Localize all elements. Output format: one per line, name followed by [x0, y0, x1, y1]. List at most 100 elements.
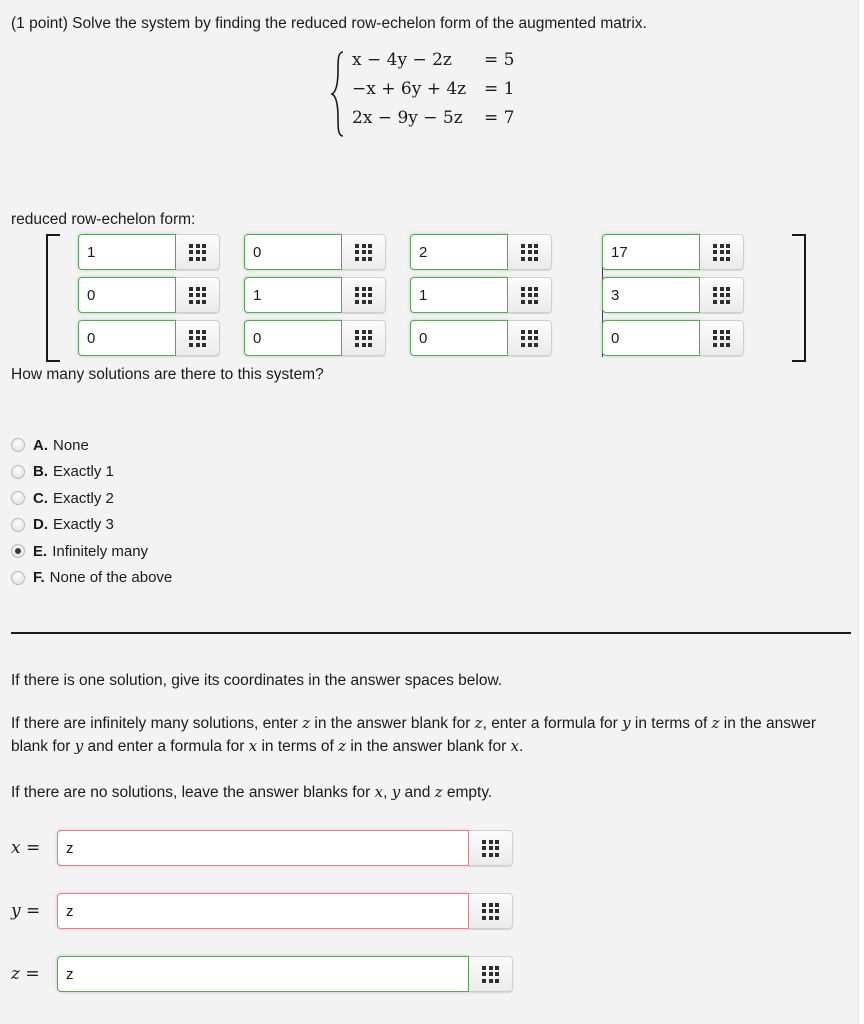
keypad-grid-icon: [713, 286, 730, 304]
radio-button-icon[interactable]: [11, 570, 25, 585]
keypad-button[interactable]: [469, 956, 513, 992]
matrix-input-r0c3[interactable]: 17: [602, 234, 700, 270]
radio-option-e[interactable]: E. Infinitely many: [11, 538, 172, 565]
equation-system: x − 4y − 2z = 5 −x + 6y + 4z = 1 2x − 9y…: [330, 50, 514, 137]
matrix-input-r2c2[interactable]: 0: [410, 320, 508, 356]
math-var-x: x: [374, 783, 384, 801]
keypad-button[interactable]: [508, 234, 552, 270]
keypad-grid-icon: [189, 243, 206, 261]
answer-var-y: y: [11, 901, 21, 921]
math-var-y: y: [74, 737, 84, 755]
matrix-input-r0c1[interactable]: 0: [244, 234, 342, 270]
equation-lhs: −x + 6y + 4z: [352, 79, 467, 99]
option-letter: D.: [33, 516, 48, 534]
matrix-input-r0c2[interactable]: 2: [410, 234, 508, 270]
keypad-button[interactable]: [342, 320, 386, 356]
math-var-z: z: [474, 714, 483, 732]
matrix-input-r1c0[interactable]: 0: [78, 277, 176, 313]
equation-row: −x + 6y + 4z = 1: [352, 79, 514, 106]
matrix-cell: 2: [410, 234, 552, 270]
keypad-button[interactable]: [469, 893, 513, 929]
matrix-cell: 0: [78, 320, 220, 356]
keypad-button[interactable]: [700, 234, 744, 270]
keypad-button[interactable]: [508, 277, 552, 313]
answer-input-group-y: z: [57, 893, 513, 929]
text-fragment: ,: [383, 784, 392, 801]
answer-input-x[interactable]: z: [57, 830, 469, 866]
keypad-button[interactable]: [700, 277, 744, 313]
math-var-y: y: [622, 714, 631, 732]
matrix-input-r1c3[interactable]: 3: [602, 277, 700, 313]
keypad-button[interactable]: [469, 830, 513, 866]
radio-button-icon[interactable]: [11, 438, 25, 453]
keypad-grid-icon: [482, 839, 499, 857]
keypad-button[interactable]: [342, 277, 386, 313]
radio-option-a[interactable]: A. None: [11, 432, 172, 459]
answer-row-z: z = z: [11, 956, 513, 992]
radio-button-icon[interactable]: [11, 464, 25, 479]
matrix-input-r2c1[interactable]: 0: [244, 320, 342, 356]
matrix-input-group: 1: [78, 234, 220, 270]
text-fragment: , enter a formula for: [482, 715, 623, 732]
math-var-x: x: [248, 737, 258, 755]
text-fragment: empty.: [442, 784, 493, 801]
math-var-z: z: [338, 737, 347, 755]
solutions-radio-group: A. None B. Exactly 1 C. Exactly 2 D. Exa…: [11, 432, 172, 591]
solutions-question: How many solutions are there to this sys…: [11, 366, 324, 383]
matrix-cell-augmented: 17: [602, 234, 744, 270]
keypad-button[interactable]: [508, 320, 552, 356]
matrix-row: 1 0 2 17: [78, 234, 744, 270]
equation-lhs: 2x − 9y − 5z: [352, 108, 463, 128]
matrix-cell: 1: [410, 277, 552, 313]
radio-option-b[interactable]: B. Exactly 1: [11, 459, 172, 486]
keypad-button[interactable]: [176, 277, 220, 313]
matrix-input-r1c1[interactable]: 1: [244, 277, 342, 313]
scrollbar-edge[interactable]: [858, 0, 864, 1024]
keypad-button[interactable]: [176, 320, 220, 356]
answer-input-z[interactable]: z: [57, 956, 469, 992]
equation-list: x − 4y − 2z = 5 −x + 6y + 4z = 1 2x − 9y…: [346, 50, 514, 135]
equals-sign: =: [26, 838, 41, 858]
keypad-grid-icon: [521, 286, 538, 304]
instruction-no-solutions: If there are no solutions, leave the ans…: [11, 781, 843, 804]
text-fragment: in terms of: [630, 715, 712, 732]
radio-option-c[interactable]: C. Exactly 2: [11, 485, 172, 512]
radio-button-icon[interactable]: [11, 517, 25, 532]
keypad-grid-icon: [482, 902, 499, 920]
math-var-z: z: [302, 714, 311, 732]
equation-rhs: = 5: [484, 50, 515, 70]
keypad-grid-icon: [355, 243, 372, 261]
keypad-button[interactable]: [342, 234, 386, 270]
radio-button-icon[interactable]: [11, 491, 25, 506]
answer-input-group-z: z: [57, 956, 513, 992]
matrix-input-r0c0[interactable]: 1: [78, 234, 176, 270]
equals-sign: =: [26, 901, 41, 921]
equation-row: 2x − 9y − 5z = 7: [352, 108, 514, 135]
keypad-button[interactable]: [176, 234, 220, 270]
radio-option-d[interactable]: D. Exactly 3: [11, 512, 172, 539]
matrix-input-group: 2: [410, 234, 552, 270]
math-var-z: z: [434, 783, 443, 801]
matrix-input-group: 1: [244, 277, 386, 313]
radio-option-f[interactable]: F. None of the above: [11, 565, 172, 592]
text-fragment: and enter a formula for: [83, 738, 249, 755]
text-fragment: If there are infinitely many solutions, …: [11, 715, 303, 732]
matrix-input-group: 0: [410, 320, 552, 356]
keypad-grid-icon: [521, 329, 538, 347]
option-label: Exactly 1: [53, 463, 114, 481]
answer-input-y[interactable]: z: [57, 893, 469, 929]
option-letter: C.: [33, 489, 48, 507]
section-divider: [11, 632, 851, 634]
option-label: None of the above: [49, 569, 173, 587]
radio-button-icon-selected[interactable]: [11, 544, 25, 559]
matrix-input-r1c2[interactable]: 1: [410, 277, 508, 313]
keypad-grid-icon: [713, 243, 730, 261]
matrix-input-r2c3[interactable]: 0: [602, 320, 700, 356]
answer-label-x: x =: [11, 838, 57, 858]
matrix-input-group: 3: [602, 277, 744, 313]
matrix-input-r2c0[interactable]: 0: [78, 320, 176, 356]
keypad-button[interactable]: [700, 320, 744, 356]
instruction-one-solution: If there is one solution, give its coord…: [11, 672, 503, 689]
matrix-cell: 0: [244, 234, 386, 270]
keypad-grid-icon: [713, 329, 730, 347]
